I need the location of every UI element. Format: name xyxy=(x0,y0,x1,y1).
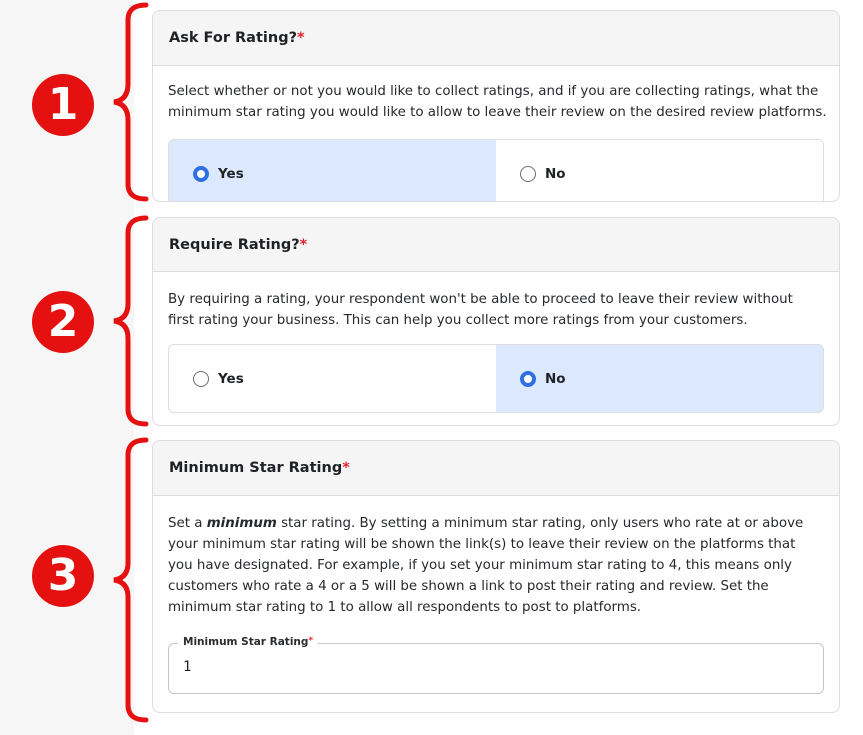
description-line: By requiring a rating, your respondent w… xyxy=(168,292,793,307)
required-indicator: * xyxy=(308,636,314,646)
radio-selected-icon[interactable] xyxy=(520,370,536,387)
radio-selected-icon[interactable] xyxy=(193,166,209,182)
card-header: Minimum Star Rating * xyxy=(153,441,839,496)
description-text: Set a xyxy=(168,516,207,531)
description-line: minimum star rating to 1 to allow all re… xyxy=(168,600,642,615)
bracket-3 xyxy=(113,437,149,723)
description-line: minimum star rating you would like to al… xyxy=(168,105,827,120)
card-body: Select whether or not you would like to … xyxy=(153,66,839,201)
ask-rating-no-option[interactable]: No xyxy=(496,140,823,201)
card-description: Set a minimum star rating. By setting a … xyxy=(168,513,824,618)
bracket-2 xyxy=(113,215,149,427)
minimum-star-rating-field: Minimum Star Rating* xyxy=(168,636,824,694)
number-badge-1: 1 xyxy=(32,74,94,136)
required-indicator: * xyxy=(342,460,350,476)
description-text: star rating. By setting a minimum star r… xyxy=(276,516,804,531)
bracket-1 xyxy=(113,2,149,202)
require-rating-card: Require Rating? * By requiring a rating, … xyxy=(152,217,840,426)
description-line: your minimum star rating will be shown t… xyxy=(168,537,796,552)
option-label: Yes xyxy=(218,370,244,387)
require-rating-toggle: Yes No xyxy=(168,344,824,413)
field-label: Minimum Star Rating* xyxy=(178,636,319,648)
ask-for-rating-card: Ask For Rating? * Select whether or not y… xyxy=(152,10,840,202)
required-indicator: * xyxy=(297,30,305,46)
description-line: Set a minimum star rating. By setting a … xyxy=(168,513,824,534)
option-label: Yes xyxy=(218,166,244,182)
card-body: By requiring a rating, your respondent w… xyxy=(153,272,839,413)
required-indicator: * xyxy=(299,236,308,253)
description-line: customers who rate a 4 or a 5 will be sh… xyxy=(168,579,769,594)
minimum-star-rating-input[interactable] xyxy=(183,659,813,675)
description-emphasis: minimum xyxy=(206,516,277,531)
require-rating-no-option[interactable]: No xyxy=(496,345,823,412)
option-label: No xyxy=(545,166,566,182)
card-description: By requiring a rating, your respondent w… xyxy=(168,287,824,331)
require-rating-yes-option[interactable]: Yes xyxy=(169,345,496,412)
card-header: Require Rating? * xyxy=(153,218,839,272)
card-title: Minimum Star Rating xyxy=(169,460,343,476)
number-badge-3: 3 xyxy=(32,545,94,607)
card-title: Ask For Rating? xyxy=(169,30,297,46)
card-body: Set a minimum star rating. By setting a … xyxy=(153,496,839,694)
ask-rating-toggle: Yes No xyxy=(168,139,824,201)
option-label: No xyxy=(545,370,566,387)
radio-unselected-icon[interactable] xyxy=(520,166,536,182)
field-label-text: Minimum Star Rating xyxy=(183,636,309,648)
description-line: first rating your business. This can hel… xyxy=(168,313,748,328)
ask-rating-yes-option[interactable]: Yes xyxy=(169,140,496,201)
description-line: you have designated. For example, if you… xyxy=(168,558,792,573)
description-line: Select whether or not you would like to … xyxy=(168,84,819,99)
number-badge-2: 2 xyxy=(32,291,94,353)
card-title: Require Rating? xyxy=(169,236,300,253)
radio-unselected-icon[interactable] xyxy=(193,370,209,387)
card-description: Select whether or not you would like to … xyxy=(168,81,827,123)
minimum-star-rating-card: Minimum Star Rating * Set a minimum star … xyxy=(152,440,840,713)
card-header: Ask For Rating? * xyxy=(153,11,839,66)
